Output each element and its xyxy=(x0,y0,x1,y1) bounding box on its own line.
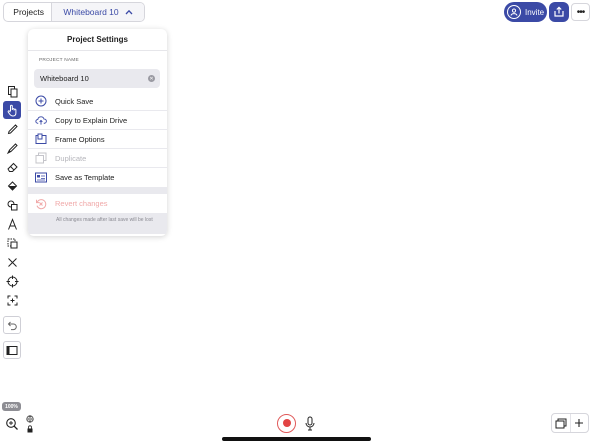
project-nav: Projects Whiteboard 10 xyxy=(3,2,145,22)
frame-options-item[interactable]: Frame Options xyxy=(28,130,167,149)
project-title: Whiteboard 10 xyxy=(63,7,119,17)
tool-shapes[interactable] xyxy=(3,196,21,214)
close-x-icon xyxy=(7,257,17,267)
undo-icon xyxy=(7,321,17,330)
frame-crop-icon xyxy=(7,295,17,305)
slides-controls xyxy=(551,413,589,433)
tool-pointer[interactable] xyxy=(3,272,21,290)
frame-icon xyxy=(35,133,47,145)
duplicate-item[interactable]: Duplicate xyxy=(28,149,167,168)
canvas-lock-controls xyxy=(25,414,34,434)
plus-circle-icon xyxy=(35,95,47,107)
project-name-field[interactable]: ✕ xyxy=(34,69,160,88)
text-icon xyxy=(7,217,17,230)
revert-icon xyxy=(35,198,47,210)
slides-button[interactable] xyxy=(3,341,21,359)
project-name-input[interactable] xyxy=(40,74,140,83)
hand-pointer-icon xyxy=(7,104,16,117)
share-icon xyxy=(554,6,564,17)
menu-divider xyxy=(28,187,167,194)
tool-select[interactable] xyxy=(3,234,21,252)
tool-insert[interactable] xyxy=(3,82,21,100)
highlighter-icon xyxy=(6,142,18,154)
quick-save-item[interactable]: Quick Save xyxy=(28,92,167,111)
slides-stack-icon xyxy=(555,418,567,428)
tool-eraser[interactable] xyxy=(3,158,21,176)
tool-frame[interactable] xyxy=(3,291,21,309)
undo-button[interactable] xyxy=(3,316,21,334)
slides-panel-icon xyxy=(6,345,18,355)
microphone-button[interactable] xyxy=(304,414,316,433)
left-toolbar xyxy=(3,82,21,360)
duplicate-label: Duplicate xyxy=(55,153,87,163)
record-dot-icon xyxy=(282,419,291,427)
copy-to-drive-item[interactable]: Copy to Explain Drive xyxy=(28,111,167,130)
copy-to-drive-label: Copy to Explain Drive xyxy=(55,115,128,125)
tool-fill[interactable] xyxy=(3,177,21,195)
project-settings-popover: Project Settings PROJECT NAME ✕ Quick Sa… xyxy=(28,29,167,236)
frame-options-label: Frame Options xyxy=(55,134,105,144)
plus-icon xyxy=(575,419,584,427)
recording-controls xyxy=(277,413,316,433)
zoom-level-badge: 100% xyxy=(2,402,21,411)
lock-icon xyxy=(27,425,33,433)
pen-icon xyxy=(7,123,18,134)
paint-bucket-icon xyxy=(7,180,17,191)
invite-label: Invite xyxy=(525,7,545,17)
tool-highlighter[interactable] xyxy=(3,139,21,157)
globe-icon xyxy=(26,415,34,423)
revert-changes-label: Revert changes xyxy=(55,199,108,208)
popover-title: Project Settings xyxy=(28,29,167,51)
projects-back-label: Projects xyxy=(13,7,44,17)
microphone-icon xyxy=(305,416,315,430)
slides-overview-button[interactable] xyxy=(552,414,570,432)
home-indicator xyxy=(222,437,371,441)
project-title-button[interactable]: Whiteboard 10 xyxy=(52,3,144,21)
save-as-template-label: Save as Template xyxy=(55,173,115,182)
share-button[interactable] xyxy=(549,2,569,22)
duplicate-icon xyxy=(35,152,47,164)
add-slide-button[interactable] xyxy=(569,414,589,432)
revert-note: All changes made after last save will be… xyxy=(28,213,167,234)
tool-pen[interactable] xyxy=(3,120,21,138)
more-button[interactable]: ••• xyxy=(571,3,590,21)
lasso-select-icon xyxy=(7,238,17,248)
chevron-up-icon xyxy=(125,9,133,15)
clear-icon[interactable]: ✕ xyxy=(148,75,155,82)
zoom-magnifier-icon xyxy=(6,418,18,430)
save-as-template-item[interactable]: Save as Template xyxy=(28,168,167,187)
tool-text[interactable] xyxy=(3,215,21,233)
tool-hand[interactable] xyxy=(3,101,21,119)
template-icon xyxy=(35,172,47,184)
cloud-upload-icon xyxy=(35,114,47,126)
more-dots-icon: ••• xyxy=(576,6,585,18)
eraser-icon xyxy=(6,162,18,172)
shapes-icon xyxy=(7,200,17,210)
project-name-section-label: PROJECT NAME xyxy=(39,58,79,63)
settings-menu: Quick Save Copy to Explain Drive Frame O… xyxy=(28,92,167,234)
invite-button[interactable]: Invite xyxy=(504,2,547,22)
crosshair-icon xyxy=(6,275,18,287)
projects-back-button[interactable]: Projects xyxy=(4,3,52,21)
record-button[interactable] xyxy=(277,413,296,433)
canvas[interactable]: Projects Whiteboard 10 Invite ••• Projec… xyxy=(0,0,592,444)
tool-laser[interactable] xyxy=(3,253,21,271)
insert-pages-icon xyxy=(7,85,17,97)
person-icon xyxy=(507,5,521,19)
zoom-button[interactable] xyxy=(3,415,21,433)
quick-save-label: Quick Save xyxy=(55,96,94,106)
revert-changes-item[interactable]: Revert changes xyxy=(28,194,167,213)
